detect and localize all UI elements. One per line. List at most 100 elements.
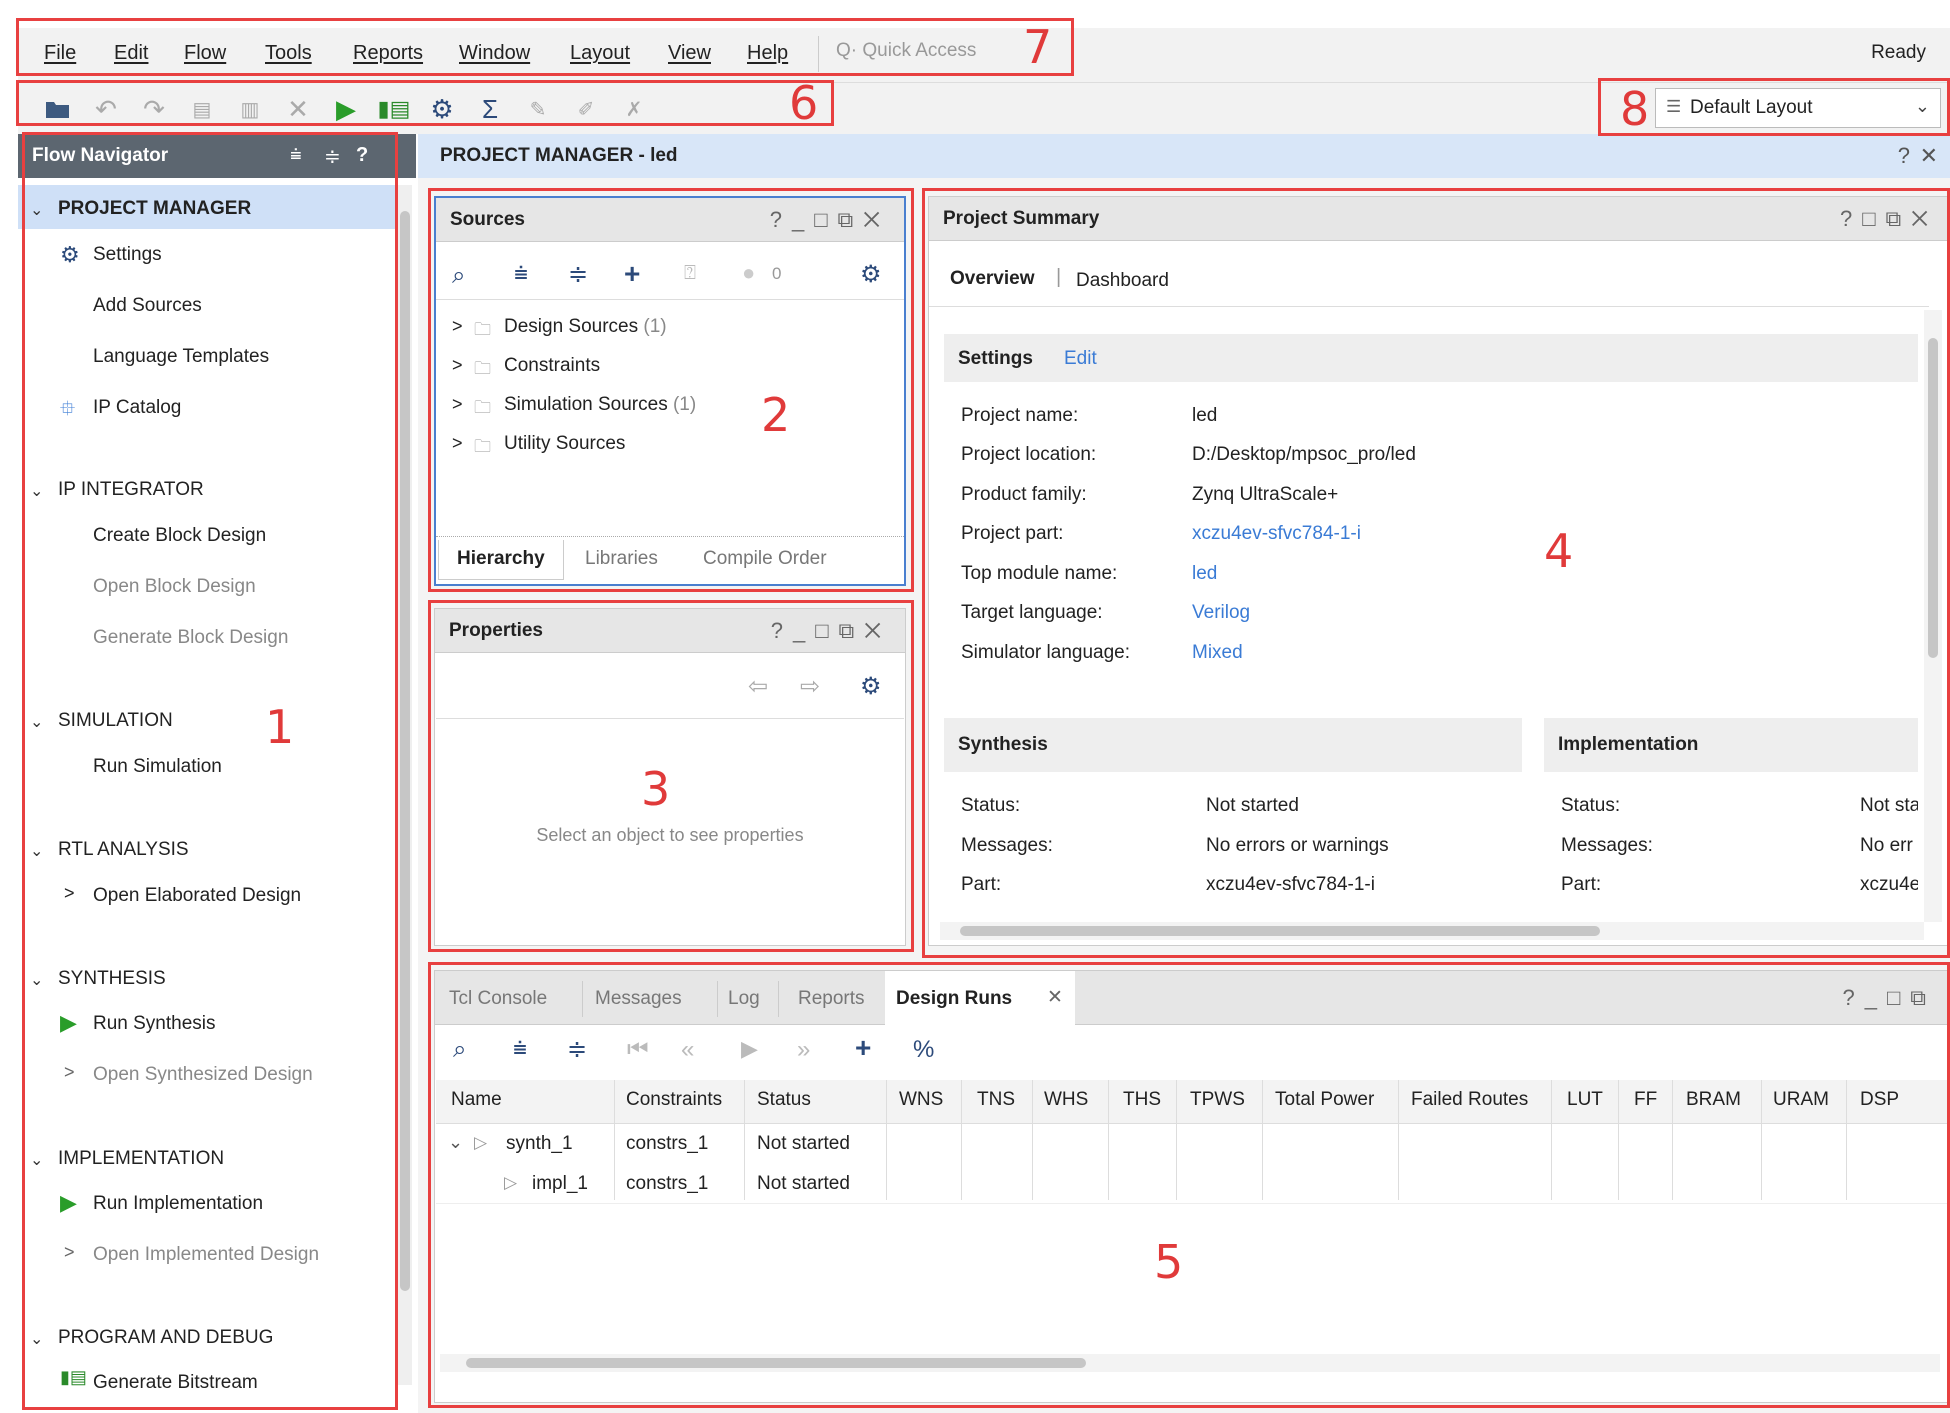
chevron-down-icon[interactable]: ⌄ — [448, 1132, 463, 1153]
info-icon[interactable]: ⍰ — [684, 262, 696, 285]
chevron-right-icon[interactable]: > — [64, 1242, 75, 1263]
nav-section-rtl-analysis[interactable]: RTL ANALYSIS — [58, 839, 189, 861]
summary-vscrollbar-thumb[interactable] — [1928, 338, 1938, 658]
fast-forward-icon[interactable]: » — [797, 1036, 810, 1064]
close-icon[interactable]: ✕ — [1047, 986, 1063, 1009]
column-header[interactable]: THS — [1123, 1089, 1161, 1111]
chevron-right-icon[interactable]: > — [452, 394, 463, 415]
simulator-language-link[interactable]: Mixed — [1192, 642, 1243, 664]
chevron-down-icon[interactable]: ⌄ — [30, 1150, 43, 1170]
nav-item-settings[interactable]: Settings — [93, 244, 162, 266]
nav-item-add-sources[interactable]: Add Sources — [93, 295, 202, 317]
close-icon[interactable]: ✕ — [1920, 143, 1938, 169]
chevron-down-icon[interactable]: ⌄ — [30, 970, 43, 990]
play-icon[interactable]: ▶ — [741, 1036, 758, 1062]
column-header[interactable]: Failed Routes — [1411, 1089, 1528, 1111]
column-header[interactable]: Total Power — [1275, 1089, 1374, 1111]
nav-section-ip-integrator[interactable]: IP INTEGRATOR — [58, 479, 204, 501]
back-arrow-icon[interactable]: ⇦ — [748, 672, 768, 701]
tool-a-icon[interactable]: ✎ — [520, 91, 556, 127]
menu-edit[interactable]: Edit — [114, 42, 148, 65]
project-part-link[interactable]: xczu4ev-sfvc784-1-i — [1192, 523, 1361, 545]
nav-section-simulation[interactable]: SIMULATION — [58, 710, 173, 732]
tab-compile-order[interactable]: Compile Order — [703, 548, 827, 570]
tab-libraries[interactable]: Libraries — [585, 548, 658, 570]
nav-item-run-synthesis[interactable]: Run Synthesis — [93, 1013, 216, 1035]
panel-window-controls[interactable]: ?□⧉✕ — [1840, 206, 1938, 232]
tab-hierarchy[interactable]: Hierarchy — [438, 540, 564, 580]
open-project-icon[interactable] — [40, 91, 76, 127]
column-header[interactable]: DSP — [1860, 1089, 1899, 1111]
column-header[interactable]: FF — [1634, 1089, 1657, 1111]
tree-row-design-sources[interactable]: Design Sources (1) — [504, 316, 667, 338]
percent-icon[interactable]: % — [913, 1036, 934, 1064]
tree-row-constraints[interactable]: Constraints — [504, 355, 600, 377]
generate-bitstream-icon[interactable]: ▮▤ — [376, 91, 412, 127]
nav-item-run-simulation[interactable]: Run Simulation — [93, 756, 222, 778]
undo-icon[interactable]: ↶ — [88, 91, 124, 127]
chevron-down-icon[interactable]: ⌄ — [30, 841, 43, 861]
chevron-right-icon[interactable]: > — [452, 355, 463, 376]
sigma-icon[interactable]: Σ — [472, 91, 508, 127]
add-icon[interactable]: + — [624, 258, 640, 290]
gear-icon[interactable]: ⚙ — [860, 672, 882, 701]
redo-icon[interactable]: ↷ — [136, 91, 172, 127]
nav-item-language-templates[interactable]: Language Templates — [93, 346, 269, 368]
nav-item-ip-catalog[interactable]: IP Catalog — [93, 397, 181, 419]
first-icon[interactable]: ⏮ — [627, 1036, 649, 1064]
forward-arrow-icon[interactable]: ⇨ — [800, 672, 820, 701]
column-header[interactable]: Name — [451, 1089, 502, 1111]
chevron-down-icon[interactable]: ⌄ — [30, 1329, 43, 1349]
tool-b-icon[interactable]: ✐ — [568, 91, 604, 127]
nav-item-open-implemented-design[interactable]: Open Implemented Design — [93, 1244, 319, 1266]
column-header[interactable]: WNS — [899, 1089, 943, 1111]
menu-help[interactable]: Help — [747, 42, 788, 65]
help-icon[interactable]: ? — [356, 144, 368, 167]
layout-select[interactable]: ☰ Default Layout ⌄ — [1655, 88, 1941, 128]
collapse-all-icon[interactable]: ⩧ — [290, 144, 302, 167]
nav-item-open-synthesized-design[interactable]: Open Synthesized Design — [93, 1064, 313, 1086]
nav-item-open-elaborated-design[interactable]: Open Elaborated Design — [93, 885, 301, 907]
design-runs-hscrollbar[interactable] — [440, 1354, 1940, 1372]
settings-gear-icon[interactable]: ⚙ — [424, 91, 460, 127]
column-header[interactable]: BRAM — [1686, 1089, 1741, 1111]
tab-messages[interactable]: Messages — [595, 988, 682, 1010]
nav-item-generate-bitstream[interactable]: Generate Bitstream — [93, 1372, 258, 1394]
chevron-right-icon[interactable]: > — [452, 316, 463, 337]
paste-icon[interactable]: ▥ — [232, 91, 268, 127]
add-icon[interactable]: + — [855, 1032, 871, 1064]
column-header[interactable]: Constraints — [626, 1089, 722, 1111]
search-icon[interactable]: ⌕ — [452, 262, 465, 290]
summary-hscrollbar-thumb[interactable] — [960, 926, 1600, 936]
quick-access-input[interactable]: Q· Quick Access — [836, 40, 1016, 68]
nav-section-program-and-debug[interactable]: PROGRAM AND DEBUG — [58, 1327, 273, 1349]
nav-scrollbar-thumb[interactable] — [400, 211, 410, 1291]
rewind-icon[interactable]: « — [681, 1036, 694, 1064]
chevron-right-icon[interactable]: > — [64, 1062, 75, 1083]
chevron-right-icon[interactable]: > — [452, 433, 463, 454]
chevron-down-icon[interactable]: ⌄ — [30, 200, 43, 220]
tab-log[interactable]: Log — [728, 988, 760, 1010]
target-language-link[interactable]: Verilog — [1192, 602, 1250, 624]
nav-item-generate-block-design[interactable]: Generate Block Design — [93, 627, 288, 649]
chevron-down-icon[interactable]: ⌄ — [30, 712, 43, 732]
panel-window-controls[interactable]: ?_□⧉✕ — [771, 618, 891, 644]
nav-section-synthesis[interactable]: SYNTHESIS — [58, 968, 166, 990]
column-header[interactable]: LUT — [1567, 1089, 1603, 1111]
tab-tcl-console[interactable]: Tcl Console — [449, 988, 547, 1010]
collapse-all-icon[interactable]: ⩧ — [513, 1035, 527, 1063]
tab-dashboard[interactable]: Dashboard — [1076, 270, 1169, 292]
column-header[interactable]: URAM — [1773, 1089, 1829, 1111]
menu-flow[interactable]: Flow — [184, 42, 226, 65]
tree-row-simulation-sources[interactable]: Simulation Sources (1) — [504, 394, 696, 416]
chevron-down-icon[interactable]: ⌄ — [30, 481, 43, 501]
run-icon[interactable]: ▶ — [328, 91, 364, 127]
nav-item-open-block-design[interactable]: Open Block Design — [93, 576, 256, 598]
menu-view[interactable]: View — [668, 42, 711, 65]
search-icon[interactable]: ⌕ — [453, 1036, 466, 1064]
menu-file[interactable]: File — [44, 42, 76, 65]
panel-window-controls[interactable]: ?_□⧉✕ — [770, 207, 890, 233]
panel-window-controls[interactable]: ?_□⧉ — [1843, 985, 1936, 1011]
column-header[interactable]: TNS — [977, 1089, 1015, 1111]
chevron-right-icon[interactable]: > — [64, 883, 75, 904]
